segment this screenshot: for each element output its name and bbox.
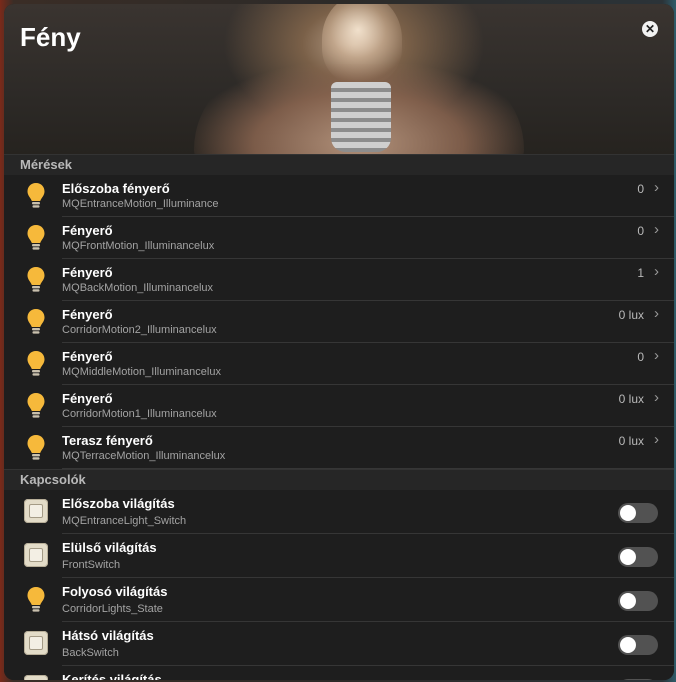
lightbulb-image — [322, 4, 402, 84]
toggle-knob — [620, 549, 636, 565]
measurement-entity: MQMiddleMotion_Illuminancelux — [62, 366, 221, 378]
wall-switch-rocker — [29, 504, 43, 518]
wall-switch-icon — [24, 631, 48, 655]
lightbulb-icon — [26, 182, 46, 210]
measurement-entity: CorridorMotion1_Illuminancelux — [62, 408, 217, 420]
measurement-value: 0 lux — [618, 434, 644, 448]
measurement-value: 0 lux — [618, 392, 644, 406]
measurement-title: Terasz fényerő — [62, 433, 153, 448]
toggle-knob — [620, 637, 636, 653]
switch-row[interactable]: Folyosó világítás CorridorLights_State — [4, 578, 674, 622]
section-header-measurements: Mérések — [4, 154, 674, 175]
lightbulb-icon — [26, 434, 46, 462]
dialog-title: Fény — [20, 22, 81, 52]
switch-row[interactable]: Előszoba világítás MQEntranceLight_Switch — [4, 490, 674, 534]
toggle-switch[interactable] — [618, 679, 658, 680]
chevron-right-icon: › — [654, 179, 659, 196]
measurement-title: Fényerő — [62, 265, 113, 280]
measurement-value: 0 — [637, 350, 644, 364]
lightbulb-icon — [26, 266, 46, 294]
wall-switch-icon — [24, 499, 48, 523]
switch-title: Előszoba világítás — [62, 496, 175, 511]
row-divider — [62, 468, 674, 469]
toggle-knob — [620, 593, 636, 609]
chevron-right-icon: › — [654, 263, 659, 280]
measurement-title: Fényerő — [62, 223, 113, 238]
toggle-knob — [620, 505, 636, 521]
switch-title: Elülső világítás — [62, 540, 157, 555]
toggle-switch[interactable] — [618, 635, 658, 655]
switch-entity: BackSwitch — [62, 647, 119, 659]
measurement-value: 0 — [637, 224, 644, 238]
measurement-row[interactable]: Előszoba fényerő MQEntranceMotion_Illumin… — [4, 175, 674, 217]
lightbulb-icon — [26, 224, 46, 252]
switch-title: Hátsó világítás — [62, 628, 154, 643]
wall-switch-icon — [24, 543, 48, 567]
switch-entity: FrontSwitch — [62, 559, 121, 571]
chevron-right-icon: › — [654, 431, 659, 448]
measurement-row[interactable]: Fényerő MQMiddleMotion_Illuminancelux 0 › — [4, 343, 674, 385]
lightbulb-icon — [26, 586, 46, 614]
chevron-right-icon: › — [654, 389, 659, 406]
toggle-switch[interactable] — [618, 591, 658, 611]
chevron-right-icon: › — [654, 347, 659, 364]
switch-row[interactable]: Kerítés világítás — [4, 666, 674, 680]
measurement-title: Előszoba fényerő — [62, 181, 170, 196]
light-dialog: Fény ✕ Mérések Előszoba fényerő MQEntranc… — [4, 4, 674, 680]
switch-entity: MQEntranceLight_Switch — [62, 515, 187, 527]
hero-image: Fény ✕ — [4, 4, 674, 154]
switch-entity: CorridorLights_State — [62, 603, 163, 615]
measurement-value: 0 lux — [618, 308, 644, 322]
switch-row[interactable]: Elülső világítás FrontSwitch — [4, 534, 674, 578]
switch-list: Előszoba világítás MQEntranceLight_Switch… — [4, 490, 674, 680]
measurement-entity: MQFrontMotion_Illuminancelux — [62, 240, 215, 252]
measurement-entity: CorridorMotion2_Illuminancelux — [62, 324, 217, 336]
measurement-row[interactable]: Fényerő MQBackMotion_Illuminancelux 1 › — [4, 259, 674, 301]
lightbulb-base-image — [331, 82, 391, 152]
switch-row[interactable]: Hátsó világítás BackSwitch — [4, 622, 674, 666]
chevron-right-icon: › — [654, 221, 659, 238]
lightbulb-icon — [26, 392, 46, 420]
lightbulb-icon — [26, 308, 46, 336]
measurement-row[interactable]: Terasz fényerő MQTerraceMotion_Illuminanc… — [4, 427, 674, 469]
lightbulb-icon — [26, 350, 46, 378]
wall-switch-rocker — [29, 548, 43, 562]
measurement-title: Fényerő — [62, 349, 113, 364]
measurement-entity: MQEntranceMotion_Illuminance — [62, 198, 219, 210]
wall-switch-icon — [24, 675, 48, 680]
measurement-entity: MQBackMotion_Illuminancelux — [62, 282, 214, 294]
switch-title: Kerítés világítás — [62, 672, 162, 680]
measurement-title: Fényerő — [62, 391, 113, 406]
section-header-switches: Kapcsolók — [4, 469, 674, 490]
chevron-right-icon: › — [654, 305, 659, 322]
toggle-switch[interactable] — [618, 547, 658, 567]
measurement-row[interactable]: Fényerő CorridorMotion2_Illuminancelux 0 l… — [4, 301, 674, 343]
switch-title: Folyosó világítás — [62, 584, 168, 599]
wall-switch-rocker — [29, 636, 43, 650]
measurement-list: Előszoba fényerő MQEntranceMotion_Illumin… — [4, 175, 674, 469]
measurement-value: 1 — [637, 266, 644, 280]
measurement-row[interactable]: Fényerő CorridorMotion1_Illuminancelux 0 l… — [4, 385, 674, 427]
measurement-title: Fényerő — [62, 307, 113, 322]
toggle-switch[interactable] — [618, 503, 658, 523]
measurement-value: 0 — [637, 182, 644, 196]
measurement-row[interactable]: Fényerő MQFrontMotion_Illuminancelux 0 › — [4, 217, 674, 259]
measurement-entity: MQTerraceMotion_Illuminancelux — [62, 450, 226, 462]
close-icon[interactable]: ✕ — [642, 21, 658, 37]
